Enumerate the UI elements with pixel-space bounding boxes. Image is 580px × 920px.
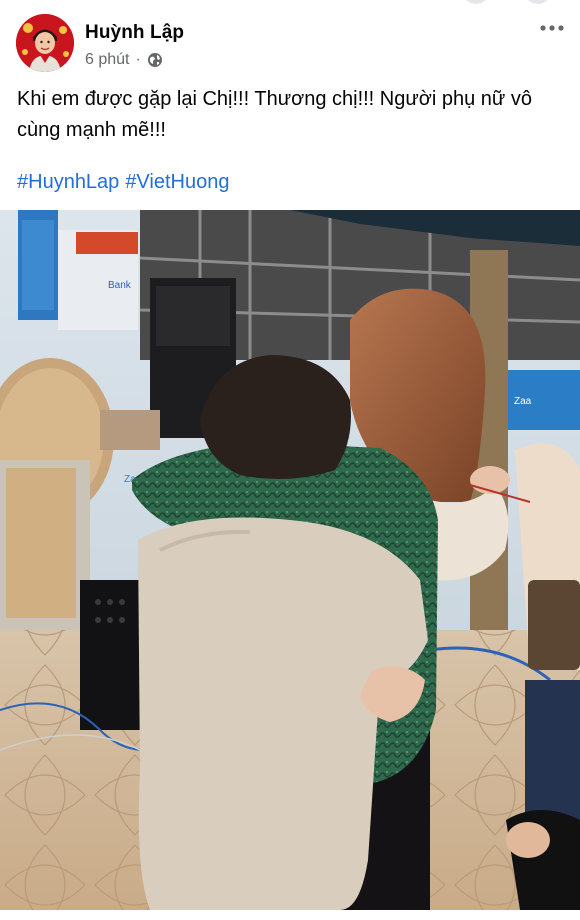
post-photo[interactable]: Bank Zaa Za: [0, 210, 580, 910]
hashtag-link[interactable]: #HuynhLap: [17, 167, 119, 197]
facebook-post: Huỳnh Lập 6 phút · Khi em được gặp lại C…: [0, 0, 580, 920]
post-time[interactable]: 6 phút: [85, 51, 129, 69]
top-strip: [0, 0, 580, 8]
post-footer-spacer: [0, 910, 580, 920]
hashtag-link[interactable]: #VietHuong: [125, 167, 229, 197]
hashtag-row: #HuynhLap #VietHuong: [17, 167, 229, 197]
post-meta: 6 phút ·: [85, 51, 163, 69]
post-caption: Khi em được gặp lại Chị!!! Thương chị!!!…: [17, 88, 532, 141]
more-options-button[interactable]: [532, 16, 572, 40]
avatar-image: [16, 14, 74, 72]
author-name[interactable]: Huỳnh Lập: [85, 22, 184, 44]
meta-separator: ·: [135, 51, 141, 68]
banner-text: Zaa: [514, 396, 532, 407]
hug-photo: Bank Zaa Za: [0, 210, 580, 910]
top-action-icon[interactable]: [524, 0, 552, 4]
bank-sign: Bank: [108, 280, 132, 291]
more-horizontal-icon: [540, 25, 564, 31]
author-avatar[interactable]: [16, 14, 74, 72]
globe-icon[interactable]: [147, 52, 163, 68]
top-action-icon[interactable]: [462, 0, 490, 4]
